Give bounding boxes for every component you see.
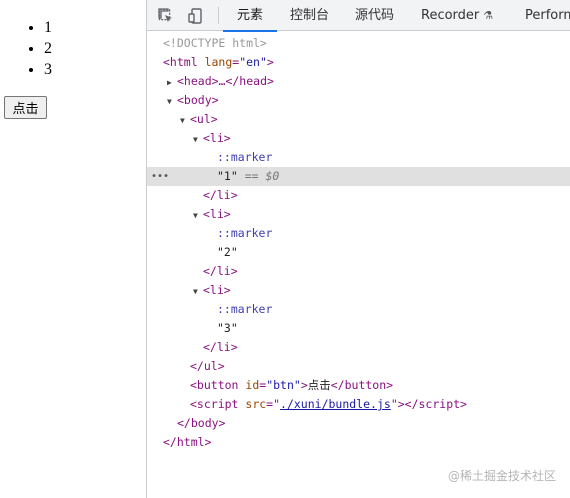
list-item: 1 [44,17,52,38]
collapse-arrow-icon[interactable]: ▼ [193,206,203,225]
collapse-arrow-icon[interactable]: ▼ [167,92,177,111]
tab-elements[interactable]: 元素 [222,0,278,32]
more-options-icon[interactable]: ••• [151,167,169,186]
collapse-arrow-icon[interactable]: ▼ [193,282,203,301]
tab-console[interactable]: 控制台 [290,0,329,31]
li-close-node[interactable]: </li> [147,338,570,357]
number-list: 1 2 3 [26,17,52,80]
inspect-element-icon[interactable] [157,7,175,25]
click-button[interactable]: 点击 [4,96,47,119]
tab-recorder-label: Recorder [421,8,480,23]
html-node[interactable]: <html lang="en"> [147,53,570,72]
li-node[interactable]: ▼ <li> [147,129,570,148]
html-close-node[interactable]: </html> [147,433,570,452]
doctype-node[interactable]: <!DOCTYPE html> [147,34,570,53]
collapse-arrow-icon[interactable]: ▼ [193,130,203,149]
html-lang-value: "en" [239,55,267,69]
tab-sources[interactable]: 源代码 [355,0,394,31]
li-close-node[interactable]: </li> [147,186,570,205]
marker-node[interactable]: ::marker [147,224,570,243]
selected-text-node[interactable]: ••• "1" == $0 [147,167,570,186]
marker-node[interactable]: ::marker [147,300,570,319]
script-node[interactable]: <script src="./xuni/bundle.js"></script> [147,395,570,414]
ul-node[interactable]: ▼ <ul> [147,110,570,129]
body-close-node[interactable]: </body> [147,414,570,433]
page-preview: 1 2 3 点击 [0,0,146,498]
body-node[interactable]: ▼ <body> [147,91,570,110]
flask-icon: ⚗ [483,9,494,22]
tab-recorder[interactable]: Recorder ⚗ [421,0,493,31]
tab-performance[interactable]: Perform [525,0,570,31]
li-node[interactable]: ▼ <li> [147,205,570,224]
li-close-node[interactable]: </li> [147,262,570,281]
devtools-panel: 元素 控制台 源代码 Recorder ⚗ Perform <!DOCTYPE h… [146,0,570,498]
collapse-arrow-icon[interactable]: ▼ [180,111,190,130]
expand-arrow-icon[interactable]: ▶ [167,73,177,92]
list-item: 2 [44,38,52,59]
marker-node[interactable]: ::marker [147,148,570,167]
text-node[interactable]: "3" [147,319,570,338]
ul-close-node[interactable]: </ul> [147,357,570,376]
button-node[interactable]: <button id="btn">点击</button> [147,376,570,395]
li-node[interactable]: ▼ <li> [147,281,570,300]
text-node[interactable]: "2" [147,243,570,262]
watermark: @稀土掘金技术社区 [447,469,556,483]
list-item: 3 [44,59,52,80]
toolbar-divider [218,7,219,24]
script-src-link[interactable]: ./xuni/bundle.js [280,397,391,411]
devtools-toolbar: 元素 控制台 源代码 Recorder ⚗ Perform [147,0,570,32]
device-toolbar-icon[interactable] [187,7,205,25]
head-node[interactable]: ▶ <head>…</head> [147,72,570,91]
